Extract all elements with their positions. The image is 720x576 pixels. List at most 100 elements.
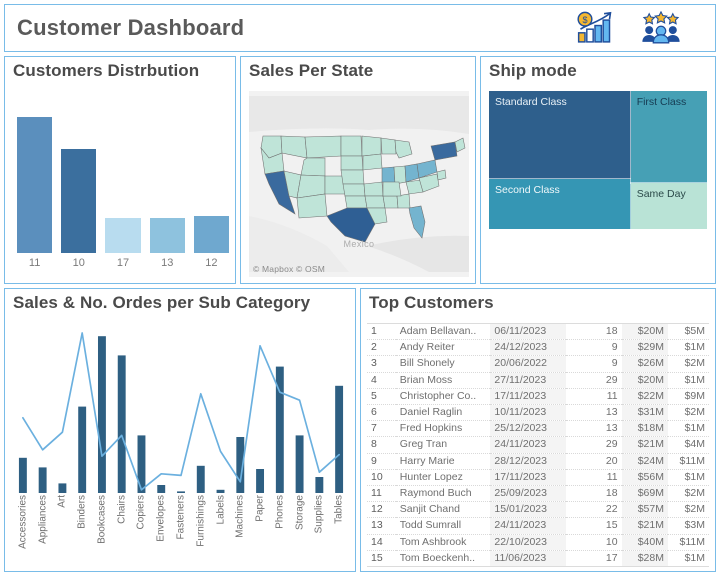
table-row[interactable]: 8 Greg Tran 24/11/2023 29 $21M $4M	[367, 436, 709, 454]
sub-category-svg	[18, 332, 344, 493]
axis-label-text: Art	[56, 495, 68, 508]
axis-label-text: Binders	[76, 495, 88, 529]
table-row[interactable]: 7 Fred Hopkins 25/12/2023 13 $18M $1M	[367, 420, 709, 438]
sub-category-bar[interactable]	[117, 355, 126, 493]
row-customer-name: Bill Shonely	[395, 355, 491, 373]
row-order-date: 25/12/2023	[490, 420, 567, 438]
sub-category-bar[interactable]	[295, 435, 304, 493]
sub-category-axis-label: Appliances	[33, 493, 53, 576]
row-rank: 5	[367, 388, 396, 406]
table-row[interactable]: 9 Harry Marie 28/12/2023 20 $24M $11M	[367, 453, 709, 470]
treemap-cell[interactable]: First Class	[629, 89, 708, 185]
treemap-cell[interactable]: Standard Class	[488, 89, 632, 181]
row-order-date: 15/01/2023	[490, 501, 567, 519]
bar-axis-label: 10	[72, 257, 85, 269]
distribution-bar[interactable]	[149, 103, 185, 253]
row-sales: $29M	[621, 339, 668, 357]
table-row[interactable]: 6 Daniel Raglin 10/11/2023 13 $31M $2M	[367, 404, 709, 422]
sub-category-line[interactable]	[22, 332, 340, 491]
row-sales: $40M	[621, 534, 668, 551]
sub-category-bar[interactable]	[335, 385, 344, 493]
sub-category-axis-label: Art	[53, 493, 73, 576]
sales-per-state-title: Sales Per State	[249, 61, 374, 80]
row-profit: $11M	[667, 534, 709, 551]
sub-category-bar[interactable]	[256, 469, 265, 493]
table-row[interactable]: 3 Bill Shonely 20/06/2022 9 $26M $2M	[367, 355, 709, 373]
table-row[interactable]: 13 Todd Sumrall 24/11/2023 15 $21M $3M	[367, 517, 709, 535]
distribution-bar[interactable]	[193, 103, 230, 253]
table-row[interactable]: 2 Andy Reiter 24/12/2023 9 $29M $1M	[367, 339, 709, 357]
table-row[interactable]: 10 Hunter Lopez 17/11/2023 11 $56M $1M	[367, 469, 709, 487]
bar-rect	[149, 217, 185, 253]
axis-label-text: Storage	[294, 495, 306, 531]
sub-category-combo-chart: Accessories Appliances Art Binders Bookcases…	[13, 325, 349, 567]
table-row[interactable]: 11 Raymond Buch 25/09/2023 18 $69M $2M	[367, 485, 709, 503]
row-rank: 14	[367, 534, 396, 551]
top-customers-table[interactable]: 1 Adam Bellavan.. 06/11/2023 18 $20M $5M 2 Andy…	[367, 322, 709, 568]
row-quantity: 29	[566, 372, 622, 389]
row-order-date: 24/11/2023	[490, 436, 567, 454]
map-country-label: Mexico	[343, 239, 375, 249]
row-rank: 4	[367, 372, 396, 389]
dashboard-root: Customer Dashboard $ Customers Distrbuti…	[0, 0, 720, 576]
axis-label-text: Fasteners	[175, 495, 187, 540]
row-order-date: 17/11/2023	[490, 388, 567, 406]
row-order-date: 24/11/2023	[490, 517, 567, 535]
sub-category-bar[interactable]	[157, 485, 166, 493]
sub-category-bar[interactable]	[97, 336, 106, 493]
table-row[interactable]: 15 Tom Boeckenh.. 11/06/2023 17 $28M $1M	[367, 550, 709, 568]
row-rank: 9	[367, 453, 396, 470]
row-profit: $2M	[667, 404, 709, 422]
axis-label-text: Furnishings	[195, 495, 207, 547]
sub-category-axis-label: Envelopes	[151, 493, 171, 576]
row-quantity: 29	[566, 436, 622, 454]
sub-category-bar[interactable]	[58, 483, 67, 493]
row-quantity: 18	[566, 322, 622, 341]
row-profit: $2M	[667, 355, 709, 373]
sales-growth-icon: $	[575, 11, 615, 45]
table-row[interactable]: 5 Christopher Co.. 17/11/2023 11 $22M $9M	[367, 388, 709, 406]
table-row[interactable]: 12 Sanjit Chand 15/01/2023 22 $57M $2M	[367, 501, 709, 519]
treemap-cell[interactable]: Same Day	[629, 182, 708, 230]
row-rank: 6	[367, 404, 396, 422]
treemap-cell[interactable]: Second Class	[488, 178, 632, 230]
axis-label-text: Bookcases	[96, 495, 108, 544]
distribution-bar[interactable]	[61, 103, 97, 253]
distribution-bar[interactable]	[105, 103, 141, 253]
row-customer-name: Fred Hopkins	[395, 420, 491, 438]
row-sales: $20M	[621, 322, 668, 341]
axis-label-text: Appliances	[37, 495, 49, 544]
row-customer-name: Harry Marie	[395, 453, 491, 470]
sub-category-axis-label: Fasteners	[171, 493, 191, 576]
sub-category-axis-label: Supplies	[309, 493, 329, 576]
row-quantity: 9	[566, 339, 622, 357]
table-row[interactable]: 14 Tom Ashbrook 22/10/2023 10 $40M $11M	[367, 534, 709, 551]
row-profit: $1M	[667, 339, 709, 357]
bar-axis-label: 12	[205, 257, 218, 269]
row-customer-name: Hunter Lopez	[395, 469, 491, 487]
row-sales: $20M	[621, 372, 668, 389]
row-order-date: 11/06/2023	[490, 550, 567, 568]
row-quantity: 11	[566, 469, 622, 487]
customers-distribution-title: Customers Distrbution	[13, 61, 200, 80]
distribution-bar[interactable]	[17, 103, 53, 253]
row-profit: $3M	[667, 517, 709, 535]
table-row[interactable]: 1 Adam Bellavan.. 06/11/2023 18 $20M $5M	[367, 322, 709, 341]
us-choropleth-map[interactable]: Mexico © Mapbox © OSM	[249, 91, 469, 277]
row-customer-name: Christopher Co..	[395, 388, 491, 406]
sub-category-bar[interactable]	[18, 457, 27, 493]
sub-category-bar[interactable]	[78, 406, 87, 493]
row-sales: $21M	[621, 517, 668, 535]
sub-category-bar[interactable]	[315, 477, 324, 493]
row-profit: $2M	[667, 485, 709, 503]
row-sales: $21M	[621, 436, 668, 454]
svg-text:$: $	[582, 15, 587, 25]
row-profit: $1M	[667, 420, 709, 438]
sub-category-bar[interactable]	[196, 465, 205, 493]
ship-mode-treemap: Standard Class Second Class First Class Sam…	[488, 89, 708, 230]
table-row[interactable]: 4 Brian Moss 27/11/2023 29 $20M $1M	[367, 372, 709, 389]
sub-category-bar[interactable]	[38, 467, 47, 493]
axis-label-text: Chairs	[116, 495, 128, 524]
axis-label-text: Phones	[274, 495, 286, 529]
row-rank: 12	[367, 501, 396, 519]
